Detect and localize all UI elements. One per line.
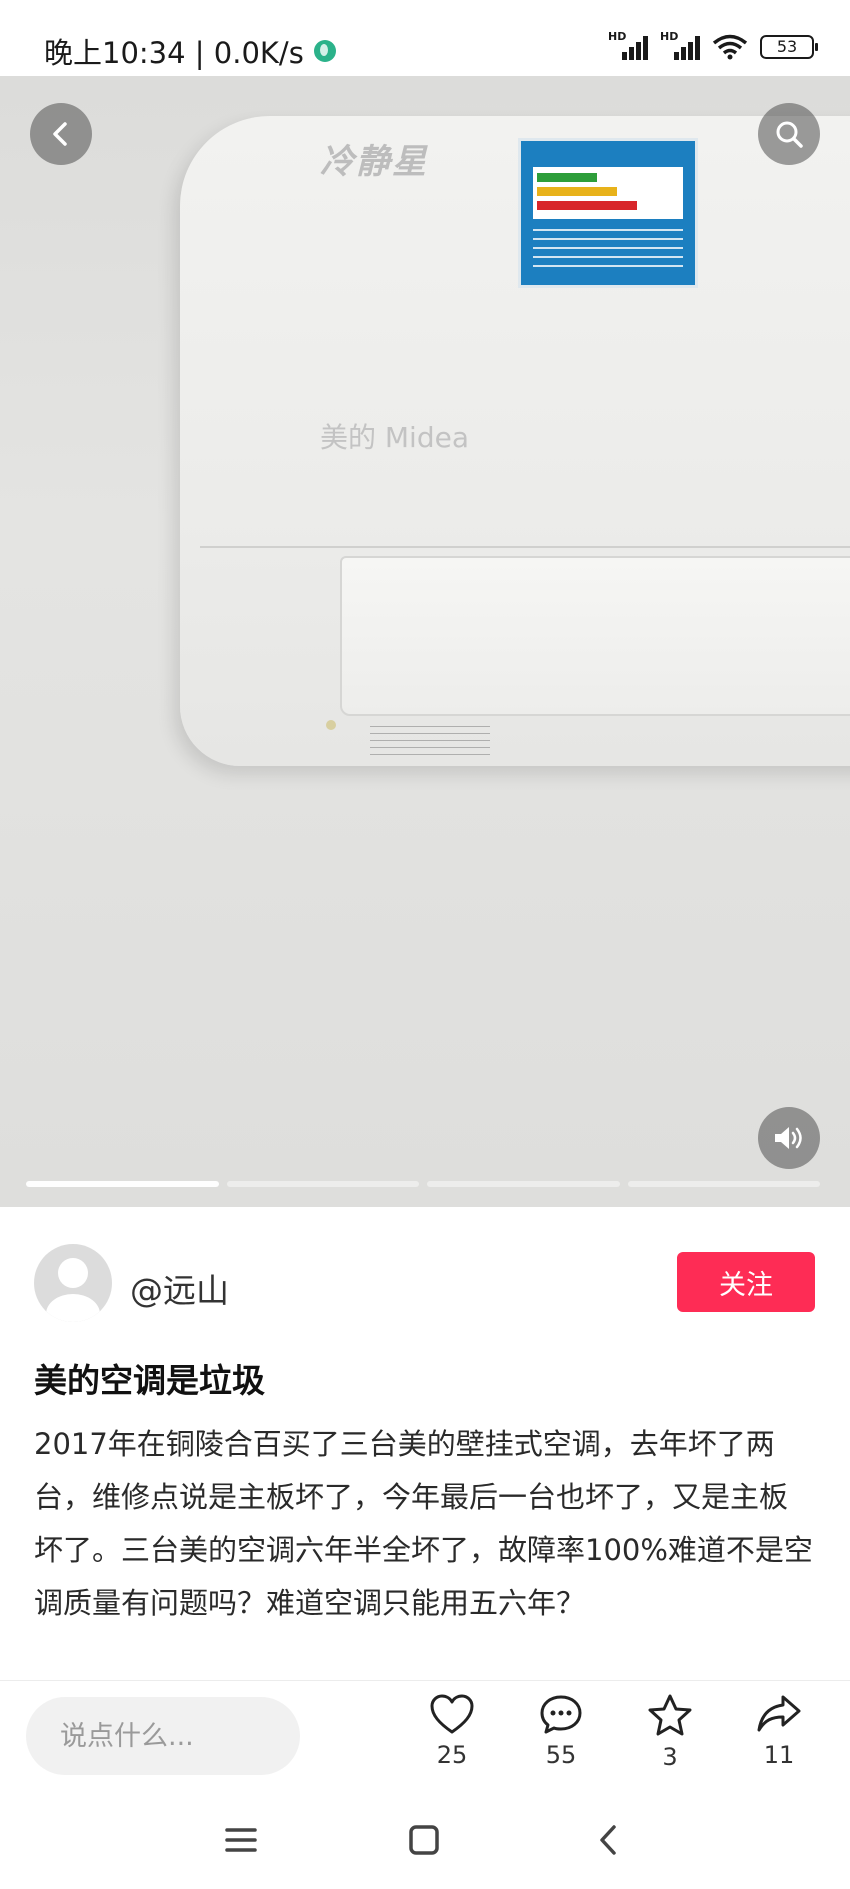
avatar[interactable] (34, 1244, 112, 1322)
nav-back-button[interactable] (578, 1810, 638, 1870)
follow-button[interactable]: 关注 (677, 1252, 815, 1312)
post-title: 美的空调是垃圾 (34, 1361, 265, 1400)
carousel-segment-1 (26, 1181, 219, 1187)
back-button[interactable] (30, 103, 92, 165)
share-icon (757, 1695, 801, 1732)
comment-count: 55 (545, 1741, 577, 1769)
chevron-left-icon (53, 122, 67, 146)
home-square-icon (409, 1825, 439, 1855)
search-icon (776, 121, 803, 148)
globe-icon (313, 40, 336, 62)
post-media[interactable]: 冷静星 美的 Midea (0, 76, 850, 1207)
status-indicators: HD HD 53 (608, 30, 818, 60)
signal-hd-label: HD (608, 30, 627, 43)
ac-indicator (326, 720, 336, 730)
nav-menu-button[interactable] (211, 1810, 271, 1870)
signal-hd-label-2: HD (660, 30, 679, 43)
back-arrow-icon (600, 1825, 616, 1855)
favorite-button[interactable]: 3 (630, 1693, 710, 1783)
star-icon (648, 1694, 692, 1736)
ac-seam (200, 546, 850, 548)
signal-icon-2: HD (660, 30, 700, 60)
like-button[interactable]: 25 (412, 1693, 492, 1783)
comment-icon (540, 1695, 582, 1734)
volume-button[interactable] (758, 1107, 820, 1169)
post-body: 2017年在铜陵合百买了三台美的壁挂式空调，去年坏了两台，维修点说是主板坏了，今… (34, 1427, 813, 1620)
ac-warning-text (370, 726, 490, 756)
carousel-segment-2 (226, 1181, 419, 1187)
action-bar: 25 55 3 11 (0, 1680, 850, 1780)
status-time-text: 晚上10:34 | 0.0K/s (44, 36, 304, 70)
ac-vent (340, 556, 850, 716)
volume-icon (775, 1127, 802, 1149)
nav-home-button[interactable] (394, 1810, 454, 1870)
comment-button[interactable]: 55 (521, 1693, 601, 1783)
author-row: @远山 关注 (0, 1230, 850, 1330)
energy-label (518, 138, 698, 288)
status-bar: 晚上10:34 | 0.0K/s HD HD 53 (0, 0, 850, 76)
author-name[interactable]: @远山 (130, 1264, 229, 1312)
battery-icon: 53 (760, 35, 818, 59)
share-button[interactable]: 11 (739, 1693, 819, 1783)
search-button[interactable] (758, 103, 820, 165)
comment-input[interactable] (26, 1697, 300, 1775)
ac-brand-text: 冷静星 (320, 142, 428, 182)
signal-icon: HD (608, 30, 648, 60)
carousel-segment-3 (427, 1181, 620, 1187)
menu-icon (225, 1828, 257, 1852)
carousel-progress (26, 1181, 820, 1187)
status-time: 晚上10:34 | 0.0K/s (44, 30, 336, 72)
ac-logo: 美的 Midea (320, 421, 469, 454)
system-nav-bar (0, 1790, 850, 1889)
favorite-count: 3 (662, 1743, 678, 1771)
heart-icon (430, 1694, 474, 1734)
wifi-icon (712, 34, 748, 60)
battery-level: 53 (776, 37, 798, 56)
air-conditioner-photo: 冷静星 美的 Midea (180, 116, 850, 766)
like-count: 25 (436, 1741, 468, 1769)
share-count: 11 (763, 1741, 795, 1769)
carousel-segment-4 (627, 1181, 820, 1187)
